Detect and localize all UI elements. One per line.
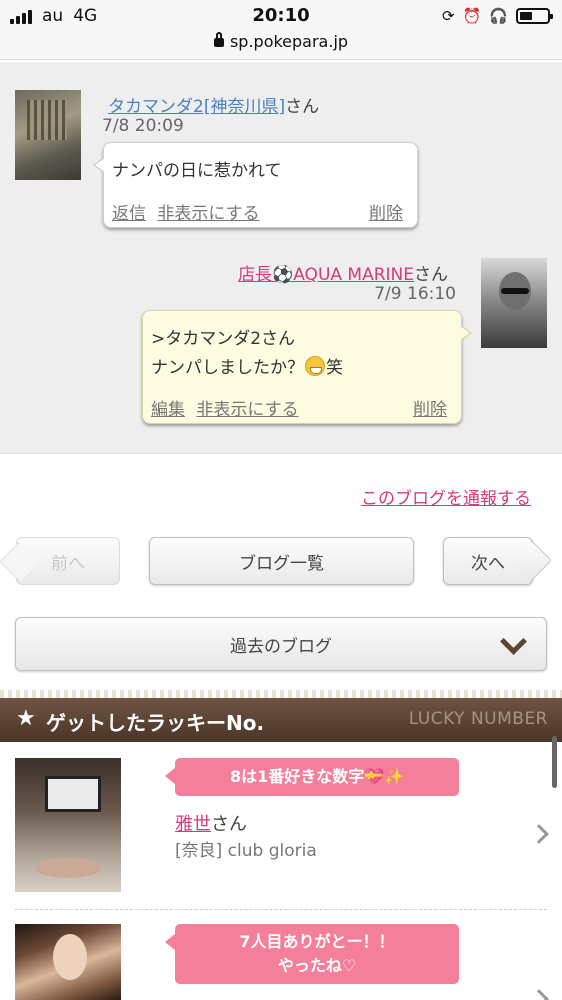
alarm-icon: ⏰ <box>462 7 482 25</box>
owner-avatar[interactable] <box>481 258 547 348</box>
reply-date: 7/9 16:10 <box>374 284 456 304</box>
comment-text: ナンパの日に惹かれて <box>112 161 282 181</box>
status-bar: au 4G 20:10 ⟳ ⏰ 🎧 <box>0 0 562 32</box>
lucky-message-tag: 8は1番好きな数字💝✨ <box>165 758 459 796</box>
lucky-number-header: ★ ゲットしたラッキーNo. LUCKY NUMBER <box>0 698 562 742</box>
grin-emoji-icon <box>305 356 325 376</box>
delete-link[interactable]: 削除 <box>413 395 447 420</box>
comment-date: 7/8 20:09 <box>102 116 184 136</box>
item-separator <box>15 909 547 910</box>
lucky-item-shop: [奈良] club gloria <box>175 841 317 861</box>
commenter-avatar[interactable] <box>15 90 81 180</box>
report-blog-link[interactable]: このブログを通報する <box>361 484 531 509</box>
owner-name-link[interactable]: 店長⚽AQUA MARINE <box>238 265 414 285</box>
section-title: ゲットしたラッキーNo. <box>46 711 265 735</box>
rotation-lock-icon: ⟳ <box>442 7 455 25</box>
hide-link[interactable]: 非表示にする <box>157 204 259 224</box>
lucky-item-name: 雅世さん <box>175 814 247 835</box>
url-text: sp.pokepara.jp <box>229 32 349 51</box>
lucky-item-photo[interactable] <box>15 924 121 1000</box>
delete-link[interactable]: 削除 <box>369 199 403 224</box>
heart-emoji-icon: 💝 <box>364 767 385 786</box>
decorative-divider <box>0 690 562 698</box>
comment-author: タカマンダ2[神奈川県]さん <box>108 97 320 117</box>
reply-bubble: >タカマンダ2さん ナンパしましたか？笑 編集 非表示にする 削除 <box>142 310 472 424</box>
headphones-icon: 🎧 <box>489 7 508 25</box>
scrollbar[interactable] <box>552 736 557 788</box>
star-icon: ★ <box>16 706 36 731</box>
chevron-right-icon[interactable] <box>529 824 549 844</box>
past-blog-label: 過去のブログ <box>230 636 332 657</box>
comment-actions: 返信 非表示にする 削除 <box>112 199 403 224</box>
section-title-en: LUCKY NUMBER <box>408 709 548 729</box>
reply-author: 店長⚽AQUA MARINEさん <box>238 265 448 285</box>
commenter-name-link[interactable]: タカマンダ2[神奈川県] <box>108 97 285 117</box>
status-right: ⟳ ⏰ 🎧 <box>442 7 553 25</box>
past-blog-dropdown[interactable]: 過去のブログ <box>15 617 547 671</box>
blog-list-button[interactable]: ブログ一覧 <box>149 537 414 585</box>
sparkles-icon: ✨ <box>384 767 405 786</box>
comments-section: タカマンダ2[神奈川県]さん 7/8 20:09 ナンパの日に惹かれて 返信 非… <box>0 62 562 454</box>
lock-icon <box>213 32 224 47</box>
next-button[interactable]: 次へ <box>443 537 533 585</box>
reply-actions: 編集 非表示にする 削除 <box>151 395 447 420</box>
lucky-message-tag: 7人目ありがとー！！ やったね♡ <box>165 924 459 984</box>
lucky-item-photo[interactable] <box>15 758 121 892</box>
reply-text: >タカマンダ2さん ナンパしましたか？笑 <box>151 329 343 378</box>
comment-bubble: ナンパの日に惹かれて 返信 非表示にする 削除 <box>93 142 418 228</box>
chevron-down-icon <box>502 634 524 656</box>
edit-link[interactable]: 編集 <box>151 400 185 420</box>
girl-name-link[interactable]: 雅世 <box>175 814 211 835</box>
chevron-right-icon[interactable] <box>529 989 549 1000</box>
reply-link[interactable]: 返信 <box>112 204 146 224</box>
address-bar[interactable]: sp.pokepara.jp <box>0 32 562 60</box>
prev-button: 前へ <box>16 537 120 585</box>
battery-icon <box>516 8 553 24</box>
hide-link[interactable]: 非表示にする <box>196 400 298 420</box>
